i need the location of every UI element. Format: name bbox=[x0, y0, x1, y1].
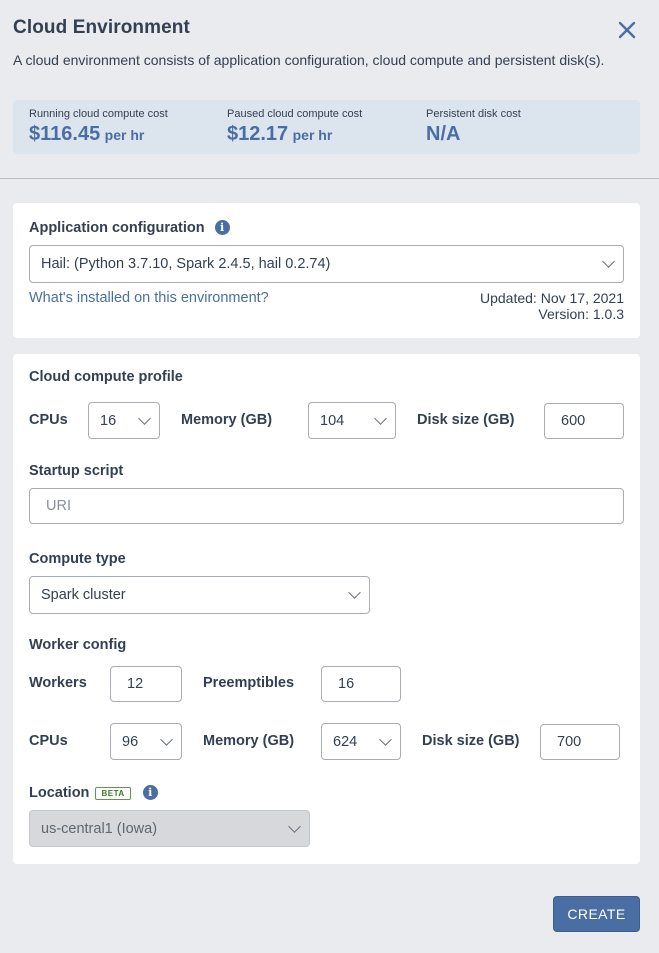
info-icon[interactable]: i bbox=[214, 220, 230, 235]
worker-cpus-select[interactable]: 96 bbox=[110, 723, 182, 760]
workers-value: 12 bbox=[127, 676, 144, 692]
worker-cpus-label: CPUs bbox=[29, 733, 68, 749]
worker-config-label: Worker config bbox=[29, 637, 127, 653]
paused-cost-label: Paused cloud compute cost bbox=[227, 108, 363, 120]
worker-memory-value: 624 bbox=[333, 733, 358, 750]
memory-value: 104 bbox=[320, 412, 345, 429]
location-selected: us-central1 (Iowa) bbox=[41, 820, 158, 837]
beta-badge: BETA bbox=[95, 786, 131, 800]
chevron-down-icon bbox=[602, 255, 615, 268]
version: Version: 1.0.3 bbox=[538, 306, 624, 322]
divider bbox=[0, 178, 659, 179]
disk-cost: Persistent disk cost N/A bbox=[426, 108, 521, 146]
worker-disk-size-input[interactable]: 700 bbox=[540, 724, 620, 760]
worker-disk-size-label: Disk size (GB) bbox=[422, 733, 520, 749]
chevron-down-icon bbox=[138, 411, 151, 425]
app-config-card: Application configuration i Hail: (Pytho… bbox=[13, 203, 640, 338]
running-cost-unit: per hr bbox=[104, 127, 145, 143]
workers-label: Workers bbox=[29, 675, 87, 691]
updated-date: Updated: Nov 17, 2021 bbox=[480, 290, 624, 306]
running-cost-label: Running cloud compute cost bbox=[29, 108, 168, 120]
disk-size-input[interactable]: 600 bbox=[544, 403, 624, 439]
chevron-down-icon bbox=[348, 586, 361, 599]
close-icon[interactable] bbox=[615, 18, 639, 42]
memory-label: Memory (GB) bbox=[181, 412, 273, 428]
page-title: Cloud Environment bbox=[13, 17, 190, 38]
disk-cost-label: Persistent disk cost bbox=[426, 108, 521, 120]
cpus-select[interactable]: 16 bbox=[88, 402, 160, 439]
worker-disk-size-value: 700 bbox=[557, 734, 582, 750]
running-cost-value: $116.45 bbox=[29, 123, 101, 145]
disk-size-label: Disk size (GB) bbox=[417, 412, 515, 428]
cpus-label: CPUs bbox=[29, 412, 68, 428]
compute-profile-label: Cloud compute profile bbox=[29, 369, 183, 385]
preemptibles-input[interactable]: 16 bbox=[321, 666, 401, 702]
page-subtitle: A cloud environment consists of applicat… bbox=[13, 52, 605, 68]
preemptibles-label: Preemptibles bbox=[203, 675, 295, 691]
app-config-selected: Hail: (Python 3.7.10, Spark 2.4.5, hail … bbox=[41, 256, 331, 272]
app-config-meta: Updated: Nov 17, 2021 Version: 1.0.3 bbox=[480, 290, 624, 322]
whats-installed-link[interactable]: What's installed on this environment? bbox=[29, 290, 269, 306]
startup-script-placeholder: URI bbox=[46, 498, 71, 514]
disk-cost-value: N/A bbox=[426, 123, 461, 145]
startup-script-label: Startup script bbox=[29, 463, 124, 479]
startup-script-input[interactable]: URI bbox=[29, 488, 624, 524]
preemptibles-value: 16 bbox=[338, 676, 355, 692]
chevron-down-icon bbox=[374, 411, 387, 425]
workers-input[interactable]: 12 bbox=[110, 666, 182, 702]
app-config-select[interactable]: Hail: (Python 3.7.10, Spark 2.4.5, hail … bbox=[29, 245, 624, 283]
compute-profile-card: Cloud compute profile CPUs 16 Memory (GB… bbox=[13, 354, 640, 864]
chevron-down-icon bbox=[160, 732, 173, 746]
running-cost: Running cloud compute cost $116.45 per h… bbox=[29, 108, 168, 146]
memory-select[interactable]: 104 bbox=[308, 402, 396, 439]
app-config-label: Application configuration i bbox=[29, 220, 230, 236]
app-config-label-text: Application configuration bbox=[29, 220, 205, 236]
paused-cost-unit: per hr bbox=[292, 127, 333, 143]
worker-cpus-value: 96 bbox=[122, 733, 139, 750]
paused-cost: Paused cloud compute cost $12.17 per hr bbox=[227, 108, 362, 146]
compute-type-selected: Spark cluster bbox=[41, 587, 126, 603]
info-icon[interactable]: i bbox=[142, 785, 158, 800]
paused-cost-value: $12.17 bbox=[227, 123, 289, 145]
compute-type-select[interactable]: Spark cluster bbox=[29, 576, 370, 614]
disk-size-value: 600 bbox=[561, 413, 586, 429]
chevron-down-icon bbox=[379, 732, 392, 746]
location-label: Location BETA i bbox=[29, 785, 158, 801]
location-select[interactable]: us-central1 (Iowa) bbox=[29, 810, 310, 847]
create-button[interactable]: CREATE bbox=[553, 896, 640, 932]
chevron-down-icon bbox=[288, 819, 301, 833]
worker-memory-label: Memory (GB) bbox=[203, 733, 295, 749]
worker-memory-select[interactable]: 624 bbox=[321, 723, 401, 760]
location-label-text: Location bbox=[29, 785, 90, 801]
cpus-value: 16 bbox=[100, 412, 117, 429]
cost-summary: Running cloud compute cost $116.45 per h… bbox=[13, 100, 640, 154]
compute-type-label: Compute type bbox=[29, 551, 126, 567]
